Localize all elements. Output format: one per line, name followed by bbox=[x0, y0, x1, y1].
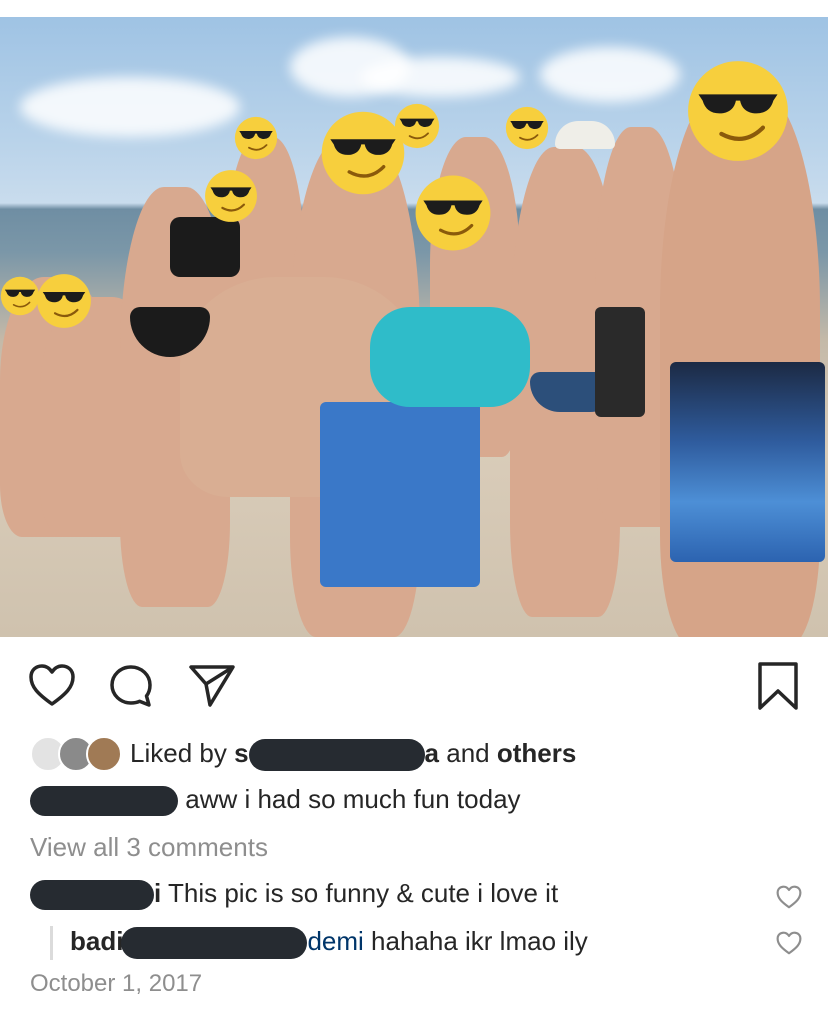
heart-outline-small-icon[interactable] bbox=[776, 885, 802, 914]
dark-shorts bbox=[595, 307, 645, 417]
paper-plane-icon[interactable] bbox=[188, 663, 236, 709]
redacted-username bbox=[121, 927, 308, 960]
sunglasses-emoji-icon bbox=[205, 170, 257, 222]
comment-username-end[interactable]: i bbox=[154, 878, 161, 908]
sunglasses-emoji-icon bbox=[37, 274, 91, 328]
sunglasses-emoji-icon bbox=[394, 103, 440, 149]
comment-text: This pic is so funny & cute i love it bbox=[168, 878, 559, 908]
white-cap bbox=[555, 121, 615, 149]
view-all-comments-link[interactable]: View all 3 comments bbox=[30, 832, 268, 863]
sunglasses-emoji-icon bbox=[234, 116, 278, 160]
liked-by-prefix: Liked by bbox=[130, 738, 235, 768]
liked-by-text: Liked by s a and others bbox=[130, 738, 576, 772]
redacted-username[interactable] bbox=[30, 786, 178, 817]
avatar bbox=[86, 736, 122, 772]
heart-outline-icon[interactable] bbox=[28, 663, 76, 707]
sunglasses-emoji-icon bbox=[415, 175, 491, 251]
mention-link[interactable]: demi bbox=[307, 926, 363, 956]
post-date: October 1, 2017 bbox=[30, 970, 203, 997]
striped-shorts bbox=[670, 362, 825, 562]
redacted-username[interactable] bbox=[30, 880, 154, 911]
likes-summary[interactable]: Liked by s a and others bbox=[30, 732, 820, 776]
sunglasses-emoji-icon bbox=[505, 106, 549, 150]
post-photo[interactable] bbox=[0, 17, 828, 637]
heart-outline-small-icon[interactable] bbox=[776, 931, 802, 960]
cloud bbox=[540, 47, 680, 102]
caption-text: aww i had so much fun today bbox=[185, 784, 521, 814]
cloud bbox=[20, 77, 240, 137]
reply-username-start[interactable]: badi bbox=[70, 926, 123, 956]
reply-indent-bar bbox=[50, 926, 53, 960]
liker-username-start[interactable]: s bbox=[234, 738, 248, 768]
reply-comment: badi demi hahaha ikr lmao ily bbox=[70, 926, 588, 960]
post-caption: aww i had so much fun today bbox=[30, 784, 521, 817]
teal-top bbox=[370, 307, 530, 407]
comment: i This pic is so funny & cute i love it bbox=[30, 878, 559, 911]
cloud bbox=[360, 57, 520, 97]
sunglasses-emoji-icon bbox=[688, 61, 788, 161]
comment-bubble-icon[interactable] bbox=[108, 663, 154, 709]
liked-and: and bbox=[439, 738, 497, 768]
sunglasses-emoji-icon bbox=[0, 276, 40, 316]
redacted-username bbox=[248, 739, 425, 772]
bookmark-icon[interactable] bbox=[756, 661, 800, 711]
reply-text: hahaha ikr lmao ily bbox=[363, 926, 588, 956]
action-bar bbox=[0, 637, 828, 733]
blue-shorts bbox=[320, 402, 480, 587]
bikini-top bbox=[170, 217, 240, 277]
liked-others-link[interactable]: others bbox=[497, 738, 576, 768]
liker-avatars bbox=[30, 736, 122, 772]
liker-username-end[interactable]: a bbox=[425, 738, 439, 768]
